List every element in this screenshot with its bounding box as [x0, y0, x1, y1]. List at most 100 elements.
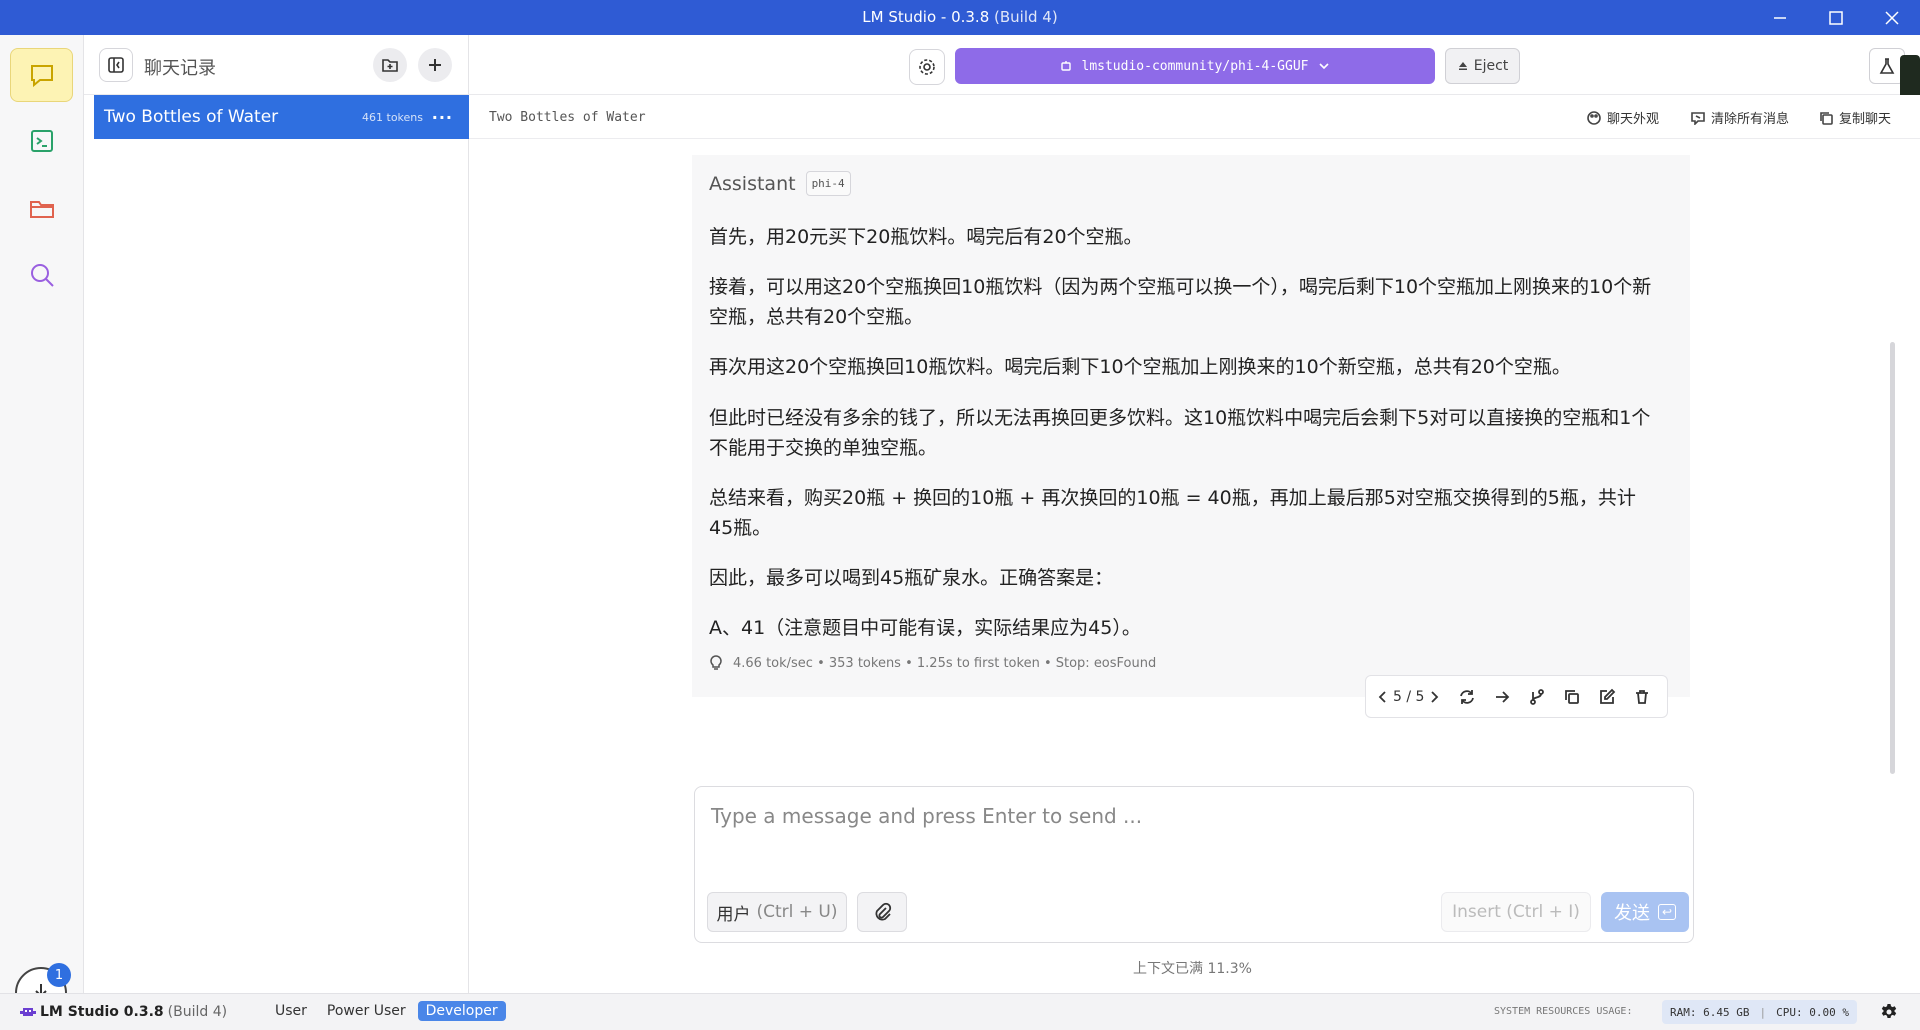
send-button[interactable]: 发送 ↩ [1601, 892, 1689, 932]
clear-messages-button[interactable]: 清除所有消息 [1691, 108, 1789, 127]
nav-chat-button[interactable] [10, 48, 73, 102]
left-rail: 1 [0, 35, 84, 1019]
chat-scrollbar[interactable] [1890, 342, 1895, 774]
search-icon [30, 264, 54, 287]
mode-developer[interactable]: Developer [417, 1001, 506, 1021]
enter-key-icon: ↩ [1657, 904, 1677, 920]
chat-list-panel: 聊天记录 Two Bottles of Water 461 tokens ··· [84, 35, 469, 993]
message-paragraph: 首先，用20元买下20瓶饮料。喝完后有20个空瓶。 [709, 226, 1143, 248]
current-chat-name: Two Bottles of Water [489, 110, 646, 125]
chevron-left-icon[interactable] [1378, 690, 1388, 703]
minimize-button[interactable] [1752, 0, 1808, 35]
gear-icon [919, 59, 935, 75]
plus-icon [429, 59, 441, 71]
continue-button[interactable] [1484, 679, 1519, 714]
regenerate-button[interactable] [1449, 679, 1484, 714]
mode-power-user[interactable]: Power User [319, 1001, 414, 1021]
message-paragraph: A、41（注意题目中可能有误，实际结果应为45）。 [709, 617, 1141, 639]
arrow-right-icon [1495, 690, 1510, 703]
trash-icon [1635, 689, 1648, 704]
close-button[interactable] [1864, 0, 1920, 35]
eject-icon [1458, 62, 1467, 70]
flask-icon [1879, 58, 1895, 74]
copy-chat-button[interactable]: 复制聊天 [1819, 108, 1891, 127]
minimize-icon [1774, 16, 1786, 19]
window-title: LM Studio - 0.3.8 (Build 4) [862, 8, 1058, 26]
new-folder-button[interactable] [373, 48, 407, 82]
status-bar: LM Studio 0.3.8 (Build 4) User Power Use… [0, 993, 1920, 1030]
message-paragraph: 再次用这20个空瓶换回10瓶饮料。喝完后剩下10个空瓶加上刚换来的10个新空瓶，… [709, 356, 1571, 378]
mode-switcher: User Power User Developer [267, 1001, 506, 1021]
folder-icon [29, 201, 54, 218]
gear-icon [1881, 1004, 1897, 1018]
folder-plus-icon [382, 59, 398, 72]
nav-discover-button[interactable] [10, 248, 73, 302]
chat-list-header: 聊天记录 [84, 35, 469, 95]
branch-button[interactable] [1519, 679, 1554, 714]
eject-button[interactable]: Eject [1445, 48, 1520, 84]
role-toggle-button[interactable]: 用户 (Ctrl + U) [707, 892, 847, 932]
terminal-icon [30, 130, 53, 152]
chat-appearance-button[interactable]: 聊天外观 [1587, 108, 1659, 127]
sidebar-collapse-icon [108, 57, 124, 73]
insert-button[interactable]: Insert (Ctrl + I) [1441, 892, 1591, 932]
edit-message-button[interactable] [1589, 679, 1624, 714]
message-paragraph: 接着，可以用这20个空瓶换回10瓶饮料（因为两个空瓶可以换一个），喝完后剩下10… [709, 276, 1652, 328]
copy-icon [1565, 689, 1579, 704]
nav-developer-button[interactable] [10, 114, 73, 168]
clear-chat-icon [1691, 111, 1705, 125]
lmstudio-logo-icon [20, 1008, 36, 1016]
paperclip-icon [875, 902, 892, 921]
model-selector-button[interactable]: lmstudio-community/phi-4-GGUF [955, 48, 1435, 84]
message-header: Assistant phi-4 [709, 171, 851, 196]
message-actions-toolbar: 5 / 5 [1365, 675, 1668, 718]
message-paragraph: 因此，最多可以喝到45瓶矿泉水。正确答案是： [709, 567, 1114, 589]
downloads-count-badge: 1 [47, 963, 71, 987]
branch-icon [1530, 688, 1544, 705]
edit-icon [1600, 688, 1616, 704]
chat-list-item[interactable]: Two Bottles of Water 461 tokens ··· [94, 95, 469, 139]
attach-file-button[interactable] [857, 892, 907, 932]
version-pager: 5 / 5 [1366, 689, 1449, 705]
system-resources-label: SYSTEM RESOURCES USAGE: [1494, 1006, 1633, 1017]
ram-usage: RAM: 6.45 GB [1670, 1005, 1750, 1019]
toggle-sidebar-button[interactable] [99, 48, 133, 82]
assistant-message: Assistant phi-4 首先，用20元买下20瓶饮料。喝完后有20个空瓶… [692, 155, 1690, 697]
generation-stats: 4.66 tok/sec • 353 tokens • 1.25s to fir… [709, 655, 1156, 671]
chat-subbar: Two Bottles of Water 聊天外观 清除所有消息 复制聊天 [469, 95, 1920, 139]
maximize-icon [1829, 10, 1843, 25]
top-bar: lmstudio-community/phi-4-GGUF Eject [469, 35, 1920, 95]
more-options-icon[interactable]: ··· [432, 108, 453, 127]
copy-message-button[interactable] [1554, 679, 1589, 714]
mode-user[interactable]: User [267, 1001, 315, 1021]
model-name: lmstudio-community/phi-4-GGUF [1081, 58, 1309, 74]
refresh-icon [1460, 689, 1474, 704]
context-usage: 上下文已满 11.3% [1133, 961, 1252, 977]
chevron-down-icon [1319, 63, 1330, 70]
copy-icon [1820, 111, 1833, 125]
chat-item-tokens: 461 tokens [362, 110, 423, 124]
version-count: 5 / 5 [1393, 688, 1425, 705]
model-badge: phi-4 [805, 171, 851, 196]
maximize-button[interactable] [1808, 0, 1864, 35]
chevron-right-icon[interactable] [1429, 690, 1439, 703]
new-chat-button[interactable] [418, 48, 452, 82]
lightbulb-icon [710, 655, 722, 670]
message-composer: Type a message and press Enter to send .… [694, 786, 1694, 943]
message-paragraph: 总结来看，购买20瓶 + 换回的10瓶 + 再次换回的10瓶 = 40瓶，再加上… [709, 487, 1636, 539]
delete-message-button[interactable] [1624, 679, 1659, 714]
cpu-usage: CPU: 0.00 % [1776, 1005, 1849, 1019]
nav-models-button[interactable] [10, 181, 73, 235]
message-role: Assistant [709, 172, 796, 195]
system-resources-usage[interactable]: RAM: 6.45 GB | CPU: 0.00 % [1662, 1000, 1857, 1024]
chat-item-name: Two Bottles of Water [104, 107, 279, 127]
close-icon [1885, 10, 1899, 25]
title-bar: LM Studio - 0.3.8 (Build 4) [0, 0, 1920, 35]
chat-list-title: 聊天记录 [144, 58, 216, 79]
model-icon [1060, 61, 1071, 71]
message-input[interactable]: Type a message and press Enter to send .… [711, 804, 1142, 828]
settings-button[interactable] [909, 49, 945, 85]
app-version: LM Studio 0.3.8 (Build 4) [20, 1004, 227, 1020]
app-settings-button[interactable] [1880, 1003, 1898, 1025]
palette-icon [1587, 110, 1601, 125]
